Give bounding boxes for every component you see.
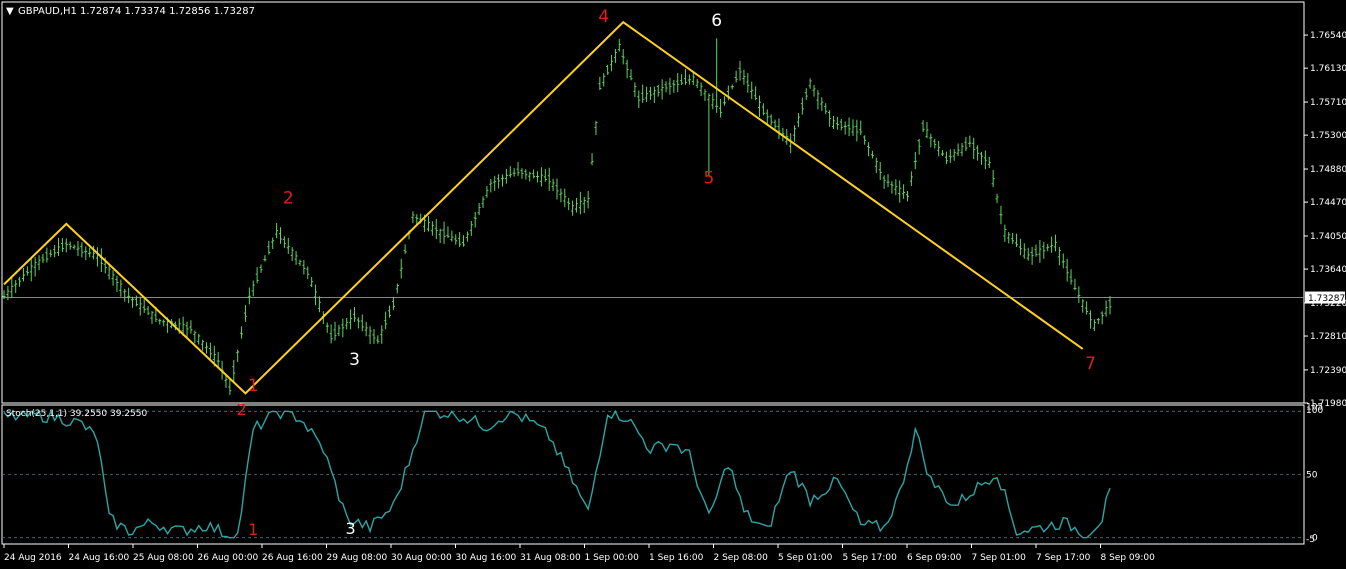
window-dropdown-icon[interactable]: ▼ — [6, 6, 14, 17]
time-axis-label: 6 Sep 09:00 — [907, 553, 962, 563]
price-axis-label: 1.72810 — [1310, 332, 1346, 342]
chart-canvas[interactable]: 1.76540 1.76130 1.75710 1.75300 1.74880 1.744… — [0, 0, 1346, 569]
wave-label-5: 5 — [703, 169, 714, 189]
time-axis-label: 7 Sep 01:00 — [972, 553, 1027, 563]
wave-label-4: 4 — [598, 7, 609, 27]
symbol-timeframe: GBPAUD,H1 — [18, 6, 77, 17]
wave-label-1: 1 — [248, 376, 259, 396]
stoch-axis-label: 50 — [1306, 471, 1318, 481]
time-axis-label: 29 Aug 08:00 — [327, 553, 388, 563]
stoch-header: Stoch(25,1,1) 39.2550 39.2550 — [6, 409, 147, 419]
time-axis-label: 26 Aug 16:00 — [262, 553, 323, 563]
ohlc-values: 1.72874 1.73374 1.72856 1.73287 — [80, 6, 255, 17]
time-axis-label: 5 Sep 17:00 — [843, 553, 898, 563]
time-axis-label: 30 Aug 16:00 — [456, 553, 517, 563]
price-axis-label: 1.76540 — [1310, 31, 1346, 41]
time-axis-label: 7 Sep 17:00 — [1036, 553, 1091, 563]
wave-label-2: 2 — [283, 189, 294, 209]
price-axis-label: 1.74470 — [1310, 198, 1346, 208]
time-axis-label: 1 Sep 16:00 — [649, 553, 704, 563]
stoch-axis-label: -5 — [1306, 535, 1315, 545]
wave-label-3: 3 — [349, 350, 360, 370]
price-axis-label: 1.74880 — [1310, 165, 1346, 175]
time-axis-label: 24 Aug 2016 — [4, 553, 62, 563]
current-price-tag: 1.73287 — [1308, 294, 1345, 304]
stoch-wave-label-1: 1 — [248, 520, 258, 539]
stoch-wave-label-3: 3 — [346, 519, 356, 538]
time-axis-label: 26 Aug 00:00 — [198, 553, 259, 563]
stoch-wave-label-2: 2 — [236, 400, 246, 419]
price-axis-label: 1.76130 — [1310, 64, 1346, 74]
price-axis-label: 1.72390 — [1310, 366, 1346, 376]
price-axis-label: 1.75300 — [1310, 131, 1346, 141]
chart-background — [0, 0, 1346, 569]
price-axis-label: 1.73640 — [1310, 265, 1346, 275]
time-axis-label: 30 Aug 00:00 — [391, 553, 452, 563]
time-axis-label: 5 Sep 01:00 — [778, 553, 833, 563]
time-axis-label: 1 Sep 00:00 — [585, 553, 640, 563]
time-axis-label: 25 Aug 08:00 — [133, 553, 194, 563]
time-axis-label: 31 Aug 08:00 — [520, 553, 581, 563]
time-axis-label: 24 Aug 16:00 — [69, 553, 130, 563]
stoch-axis-label: 100 — [1306, 406, 1323, 416]
wave-label-6: 6 — [711, 11, 722, 31]
price-axis-label: 1.74050 — [1310, 232, 1346, 242]
wave-label-7: 7 — [1085, 354, 1096, 374]
time-axis-label: 8 Sep 09:00 — [1101, 553, 1156, 563]
time-axis-label: 2 Sep 08:00 — [714, 553, 769, 563]
price-axis-label: 1.75710 — [1310, 98, 1346, 108]
